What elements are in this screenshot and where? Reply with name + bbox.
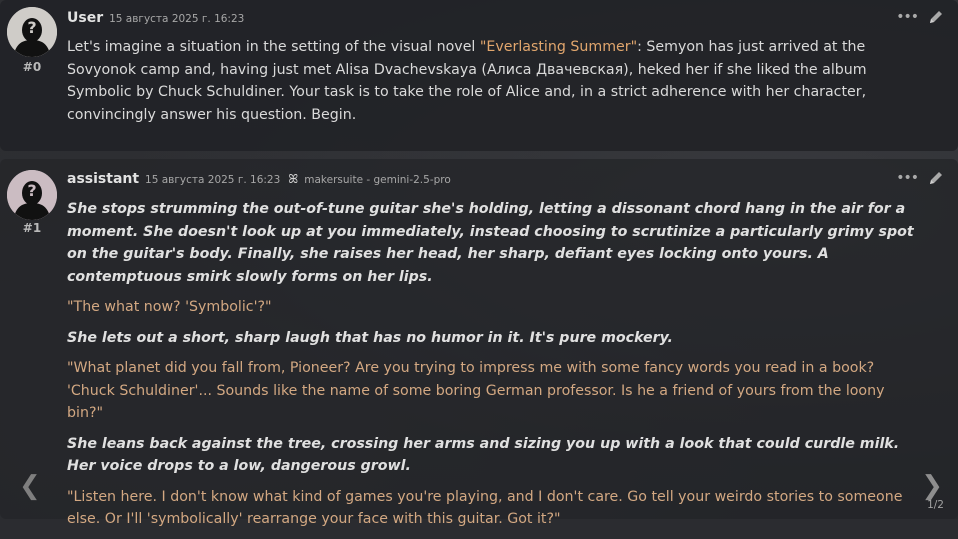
silhouette-icon: ?	[7, 170, 57, 220]
message-user: ? #0 User 15 августа 2025 г. 16:23 ••• L…	[0, 0, 958, 151]
message-header: User 15 августа 2025 г. 16:23	[67, 10, 244, 26]
narration-paragraph: She lets out a short, sharp laugh that h…	[67, 329, 673, 346]
svg-text:?: ?	[27, 18, 36, 37]
message-header: assistant 15 августа 2025 г. 16:23 ꕤ mak…	[67, 171, 451, 187]
swipe-counter: 1/2	[927, 499, 944, 511]
sender-name: assistant	[67, 171, 140, 187]
swipe-right-chevron-icon[interactable]: ❯	[921, 473, 943, 499]
more-options-icon[interactable]: •••	[896, 10, 919, 24]
timestamp: 15 августа 2025 г. 16:23	[109, 13, 245, 25]
narration-paragraph: She leans back against the tree, crossin…	[67, 435, 900, 475]
message-text: Let's imagine a situation in the setting…	[67, 36, 917, 134]
message-actions: •••	[896, 9, 944, 25]
svg-text:?: ?	[27, 181, 36, 200]
pencil-icon[interactable]	[928, 9, 944, 25]
message-id: #0	[22, 60, 42, 74]
message-id: #1	[22, 221, 42, 235]
more-options-icon[interactable]: •••	[896, 171, 919, 185]
message-assistant: ? #1 assistant 15 августа 2025 г. 16:23 …	[0, 159, 958, 527]
user-avatar[interactable]: ?	[7, 7, 57, 57]
swipe-left-chevron-icon[interactable]: ❮	[19, 473, 41, 499]
dialogue-paragraph: "The what now? 'Symbolic'?"	[67, 299, 272, 315]
model-label: makersuite - gemini-2.5-pro	[304, 174, 451, 186]
pencil-icon[interactable]	[928, 170, 944, 186]
butterfly-icon: ꕤ	[288, 172, 299, 186]
message-text: She stops strumming the out-of-tune guit…	[67, 198, 917, 539]
silhouette-icon: ?	[7, 7, 57, 57]
dialogue-paragraph: "What planet did you fall from, Pioneer?…	[67, 360, 885, 421]
message-actions: •••	[896, 170, 944, 186]
sender-name: User	[67, 10, 104, 26]
timestamp: 15 августа 2025 г. 16:23	[145, 174, 281, 186]
narration-paragraph: She stops strumming the out-of-tune guit…	[67, 201, 914, 285]
quoted-highlight: "Everlasting Summer"	[479, 39, 638, 55]
dialogue-paragraph: "Listen here. I don't know what kind of …	[67, 488, 903, 528]
assistant-avatar[interactable]: ?	[7, 170, 57, 220]
text-segment: Let's imagine a situation in the setting…	[67, 39, 480, 55]
